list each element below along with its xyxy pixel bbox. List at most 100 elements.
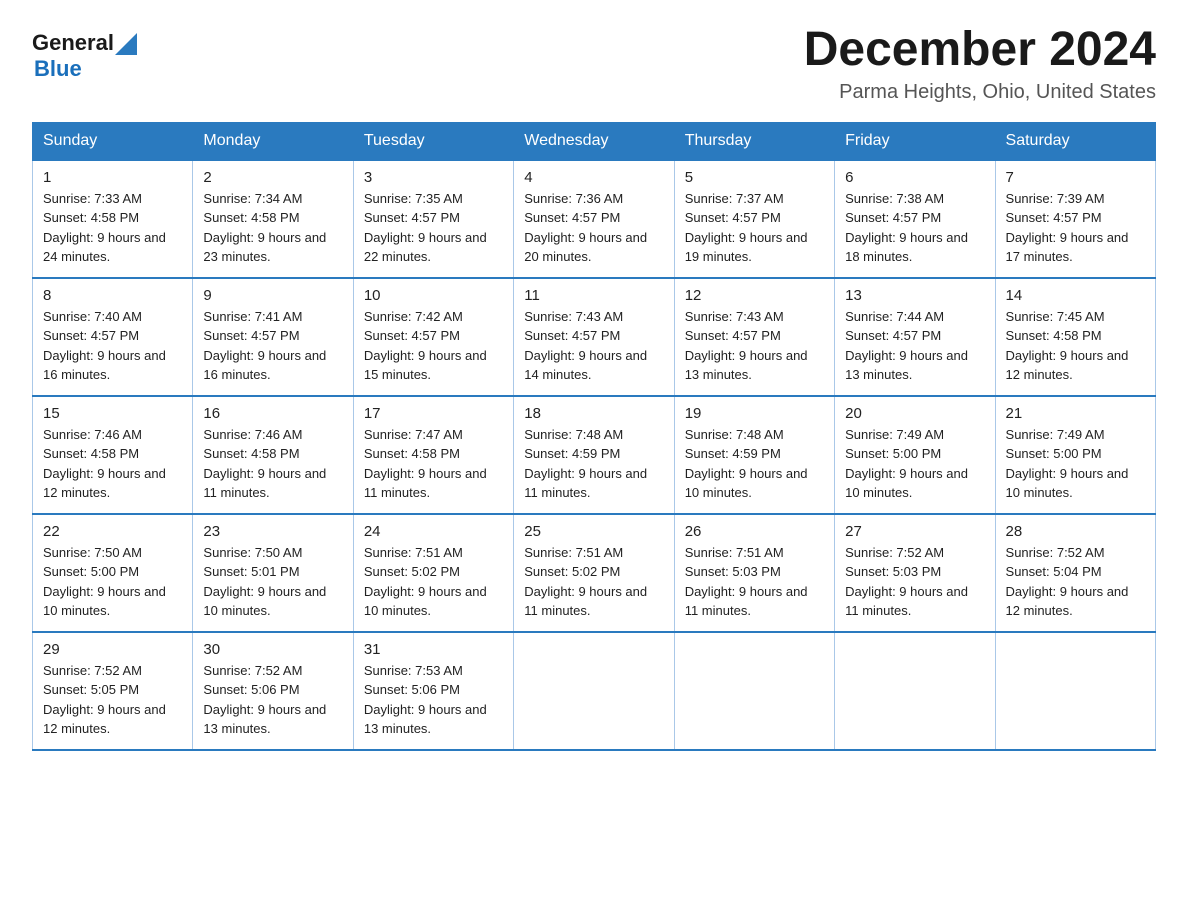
day-number: 20 (845, 405, 984, 422)
day-number: 15 (43, 405, 182, 422)
table-row: 28 Sunrise: 7:52 AM Sunset: 5:04 PM Dayl… (995, 514, 1155, 632)
table-row: 13 Sunrise: 7:44 AM Sunset: 4:57 PM Dayl… (835, 278, 995, 396)
table-row: 23 Sunrise: 7:50 AM Sunset: 5:01 PM Dayl… (193, 514, 353, 632)
day-info: Sunrise: 7:52 AM Sunset: 5:04 PM Dayligh… (1006, 543, 1145, 621)
month-title: December 2024 (804, 24, 1156, 77)
day-info: Sunrise: 7:41 AM Sunset: 4:57 PM Dayligh… (203, 307, 342, 385)
table-row (995, 632, 1155, 750)
col-wednesday: Wednesday (514, 122, 674, 160)
week-row-4: 22 Sunrise: 7:50 AM Sunset: 5:00 PM Dayl… (33, 514, 1156, 632)
table-row: 24 Sunrise: 7:51 AM Sunset: 5:02 PM Dayl… (353, 514, 513, 632)
day-info: Sunrise: 7:47 AM Sunset: 4:58 PM Dayligh… (364, 425, 503, 503)
day-info: Sunrise: 7:52 AM Sunset: 5:06 PM Dayligh… (203, 661, 342, 739)
day-info: Sunrise: 7:52 AM Sunset: 5:05 PM Dayligh… (43, 661, 182, 739)
table-row: 26 Sunrise: 7:51 AM Sunset: 5:03 PM Dayl… (674, 514, 834, 632)
day-number: 7 (1006, 169, 1145, 186)
day-number: 11 (524, 287, 663, 304)
day-info: Sunrise: 7:35 AM Sunset: 4:57 PM Dayligh… (364, 189, 503, 267)
day-number: 23 (203, 523, 342, 540)
week-row-5: 29 Sunrise: 7:52 AM Sunset: 5:05 PM Dayl… (33, 632, 1156, 750)
day-number: 19 (685, 405, 824, 422)
day-info: Sunrise: 7:44 AM Sunset: 4:57 PM Dayligh… (845, 307, 984, 385)
day-info: Sunrise: 7:49 AM Sunset: 5:00 PM Dayligh… (1006, 425, 1145, 503)
day-number: 17 (364, 405, 503, 422)
day-info: Sunrise: 7:49 AM Sunset: 5:00 PM Dayligh… (845, 425, 984, 503)
table-row: 20 Sunrise: 7:49 AM Sunset: 5:00 PM Dayl… (835, 396, 995, 514)
calendar-table: Sunday Monday Tuesday Wednesday Thursday… (32, 122, 1156, 751)
col-sunday: Sunday (33, 122, 193, 160)
week-row-1: 1 Sunrise: 7:33 AM Sunset: 4:58 PM Dayli… (33, 160, 1156, 278)
table-row: 31 Sunrise: 7:53 AM Sunset: 5:06 PM Dayl… (353, 632, 513, 750)
table-row: 30 Sunrise: 7:52 AM Sunset: 5:06 PM Dayl… (193, 632, 353, 750)
logo: General Blue (32, 30, 137, 82)
day-info: Sunrise: 7:40 AM Sunset: 4:57 PM Dayligh… (43, 307, 182, 385)
table-row: 12 Sunrise: 7:43 AM Sunset: 4:57 PM Dayl… (674, 278, 834, 396)
col-monday: Monday (193, 122, 353, 160)
day-number: 2 (203, 169, 342, 186)
day-info: Sunrise: 7:36 AM Sunset: 4:57 PM Dayligh… (524, 189, 663, 267)
logo-general-text: General (32, 30, 114, 56)
table-row: 9 Sunrise: 7:41 AM Sunset: 4:57 PM Dayli… (193, 278, 353, 396)
title-area: December 2024 Parma Heights, Ohio, Unite… (804, 24, 1156, 104)
day-number: 25 (524, 523, 663, 540)
table-row: 21 Sunrise: 7:49 AM Sunset: 5:00 PM Dayl… (995, 396, 1155, 514)
table-row: 18 Sunrise: 7:48 AM Sunset: 4:59 PM Dayl… (514, 396, 674, 514)
table-row: 17 Sunrise: 7:47 AM Sunset: 4:58 PM Dayl… (353, 396, 513, 514)
day-info: Sunrise: 7:51 AM Sunset: 5:02 PM Dayligh… (364, 543, 503, 621)
location-title: Parma Heights, Ohio, United States (804, 81, 1156, 104)
day-info: Sunrise: 7:34 AM Sunset: 4:58 PM Dayligh… (203, 189, 342, 267)
table-row: 14 Sunrise: 7:45 AM Sunset: 4:58 PM Dayl… (995, 278, 1155, 396)
table-row: 10 Sunrise: 7:42 AM Sunset: 4:57 PM Dayl… (353, 278, 513, 396)
col-saturday: Saturday (995, 122, 1155, 160)
day-info: Sunrise: 7:39 AM Sunset: 4:57 PM Dayligh… (1006, 189, 1145, 267)
table-row: 2 Sunrise: 7:34 AM Sunset: 4:58 PM Dayli… (193, 160, 353, 278)
day-info: Sunrise: 7:37 AM Sunset: 4:57 PM Dayligh… (685, 189, 824, 267)
day-info: Sunrise: 7:48 AM Sunset: 4:59 PM Dayligh… (524, 425, 663, 503)
day-number: 30 (203, 641, 342, 658)
logo-blue-text: Blue (34, 56, 82, 81)
day-number: 12 (685, 287, 824, 304)
day-info: Sunrise: 7:33 AM Sunset: 4:58 PM Dayligh… (43, 189, 182, 267)
table-row: 4 Sunrise: 7:36 AM Sunset: 4:57 PM Dayli… (514, 160, 674, 278)
table-row: 6 Sunrise: 7:38 AM Sunset: 4:57 PM Dayli… (835, 160, 995, 278)
col-thursday: Thursday (674, 122, 834, 160)
day-number: 24 (364, 523, 503, 540)
table-row: 5 Sunrise: 7:37 AM Sunset: 4:57 PM Dayli… (674, 160, 834, 278)
table-row: 1 Sunrise: 7:33 AM Sunset: 4:58 PM Dayli… (33, 160, 193, 278)
table-row (674, 632, 834, 750)
day-info: Sunrise: 7:52 AM Sunset: 5:03 PM Dayligh… (845, 543, 984, 621)
week-row-2: 8 Sunrise: 7:40 AM Sunset: 4:57 PM Dayli… (33, 278, 1156, 396)
day-number: 9 (203, 287, 342, 304)
table-row: 15 Sunrise: 7:46 AM Sunset: 4:58 PM Dayl… (33, 396, 193, 514)
day-number: 18 (524, 405, 663, 422)
logo-triangle-icon (115, 27, 137, 55)
day-number: 8 (43, 287, 182, 304)
day-info: Sunrise: 7:48 AM Sunset: 4:59 PM Dayligh… (685, 425, 824, 503)
table-row (835, 632, 995, 750)
day-number: 22 (43, 523, 182, 540)
day-number: 10 (364, 287, 503, 304)
day-info: Sunrise: 7:50 AM Sunset: 5:00 PM Dayligh… (43, 543, 182, 621)
week-row-3: 15 Sunrise: 7:46 AM Sunset: 4:58 PM Dayl… (33, 396, 1156, 514)
day-number: 28 (1006, 523, 1145, 540)
table-row (514, 632, 674, 750)
table-row: 22 Sunrise: 7:50 AM Sunset: 5:00 PM Dayl… (33, 514, 193, 632)
table-row: 29 Sunrise: 7:52 AM Sunset: 5:05 PM Dayl… (33, 632, 193, 750)
day-number: 21 (1006, 405, 1145, 422)
day-number: 31 (364, 641, 503, 658)
day-info: Sunrise: 7:46 AM Sunset: 4:58 PM Dayligh… (43, 425, 182, 503)
day-number: 3 (364, 169, 503, 186)
day-info: Sunrise: 7:42 AM Sunset: 4:57 PM Dayligh… (364, 307, 503, 385)
day-info: Sunrise: 7:38 AM Sunset: 4:57 PM Dayligh… (845, 189, 984, 267)
day-number: 5 (685, 169, 824, 186)
table-row: 19 Sunrise: 7:48 AM Sunset: 4:59 PM Dayl… (674, 396, 834, 514)
day-number: 1 (43, 169, 182, 186)
day-info: Sunrise: 7:46 AM Sunset: 4:58 PM Dayligh… (203, 425, 342, 503)
day-number: 27 (845, 523, 984, 540)
day-number: 13 (845, 287, 984, 304)
table-row: 11 Sunrise: 7:43 AM Sunset: 4:57 PM Dayl… (514, 278, 674, 396)
table-row: 25 Sunrise: 7:51 AM Sunset: 5:02 PM Dayl… (514, 514, 674, 632)
day-info: Sunrise: 7:45 AM Sunset: 4:58 PM Dayligh… (1006, 307, 1145, 385)
col-tuesday: Tuesday (353, 122, 513, 160)
day-number: 14 (1006, 287, 1145, 304)
